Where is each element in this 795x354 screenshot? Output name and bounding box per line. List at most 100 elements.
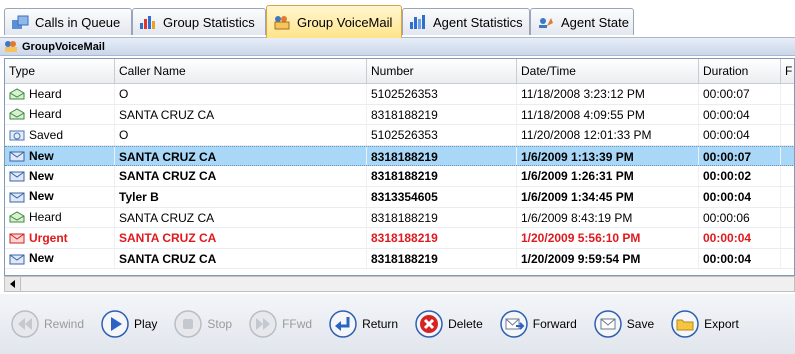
- new-mail-icon: [9, 192, 25, 203]
- type-cell: New: [5, 146, 115, 166]
- table-row[interactable]: New SANTA CRUZ CA 8318188219 1/6/2009 1:13:…: [5, 145, 794, 167]
- duration-cell: 00:00:04: [699, 228, 781, 248]
- new-mail-icon: [9, 254, 25, 265]
- voicemail-grid[interactable]: Type Caller Name Number Date/Time Durati…: [4, 58, 795, 276]
- number-cell: 8318188219: [367, 207, 517, 228]
- datetime-cell: 1/6/2009 8:43:19 PM: [517, 207, 699, 228]
- table-row[interactable]: New Tyler B 8313354605 1/6/2009 1:34:45 PM 0…: [5, 186, 794, 208]
- datetime-cell: 1/20/2009 5:56:10 PM: [517, 228, 699, 248]
- number-cell: 8318188219: [367, 146, 517, 166]
- folder-icon: [671, 310, 699, 338]
- table-row[interactable]: New SANTA CRUZ CA 8318188219 1/6/2009 1:26:…: [5, 166, 794, 187]
- extra-cell: [781, 105, 794, 125]
- duration-cell: 00:00:04: [699, 104, 781, 125]
- grid-rows: Heard O 5102526353 11/18/2008 3:23:12 PM 00:…: [5, 84, 794, 270]
- ffwd-button[interactable]: FFwd: [248, 309, 312, 339]
- extra-cell: [781, 249, 794, 269]
- type-label: Saved: [29, 127, 64, 142]
- column-header-extra[interactable]: F: [781, 59, 794, 84]
- agent-chart-icon: [410, 15, 425, 29]
- column-header-type[interactable]: Type: [5, 59, 115, 84]
- calls-queue-icon: [12, 15, 29, 29]
- horizontal-scrollbar[interactable]: [4, 276, 795, 292]
- type-cell: New: [5, 186, 115, 207]
- column-header-duration[interactable]: Duration: [699, 59, 781, 84]
- datetime-cell: 11/20/2008 12:01:33 PM: [517, 125, 699, 145]
- urgent-mail-icon: [9, 233, 25, 244]
- stop-button[interactable]: Stop: [173, 309, 232, 339]
- playback-toolbar: Rewind Play Stop FFwd Return Delete Forw…: [0, 294, 795, 354]
- number-cell: 8318188219: [367, 166, 517, 186]
- duration-cell: 00:00:02: [699, 166, 781, 186]
- column-header-caller-name[interactable]: Caller Name: [115, 59, 367, 84]
- type-cell: Heard: [5, 207, 115, 228]
- caller-name-cell: SANTA CRUZ CA: [115, 207, 367, 228]
- fast-forward-icon: [249, 310, 277, 338]
- type-label: New: [29, 168, 54, 183]
- duration-cell: 00:00:07: [699, 146, 781, 166]
- datetime-cell: 1/6/2009 1:26:31 PM: [517, 166, 699, 186]
- saved-mail-icon: [9, 130, 25, 141]
- extra-cell: [781, 125, 794, 145]
- tab-calls-in-queue[interactable]: Calls in Queue: [4, 8, 132, 35]
- play-button[interactable]: Play: [100, 309, 157, 339]
- new-mail-icon: [9, 171, 25, 182]
- extra-cell: [781, 208, 794, 228]
- type-label: New: [29, 148, 54, 163]
- group-voicemail-icon: [5, 41, 17, 52]
- datetime-cell: 1/20/2009 9:59:54 PM: [517, 248, 699, 269]
- caller-name-cell: SANTA CRUZ CA: [115, 166, 367, 186]
- agent-state-icon: [539, 18, 553, 28]
- datetime-cell: 1/6/2009 1:34:45 PM: [517, 186, 699, 207]
- forward-mail-icon: [500, 310, 528, 338]
- opened-mail-icon: [9, 88, 25, 100]
- column-header-number[interactable]: Number: [367, 59, 517, 84]
- duration-cell: 00:00:04: [699, 248, 781, 269]
- stop-icon: [174, 310, 203, 338]
- type-label: Heard: [29, 107, 62, 122]
- type-cell: Urgent: [5, 228, 115, 248]
- extra-cell: [781, 187, 794, 207]
- tab-agent-statistics[interactable]: Agent Statistics: [402, 8, 530, 35]
- table-row[interactable]: Heard O 5102526353 11/18/2008 3:23:12 PM 00:…: [5, 84, 794, 105]
- tab-group-voicemail[interactable]: Group VoiceMail: [266, 5, 402, 38]
- table-row[interactable]: Heard SANTA CRUZ CA 8318188219 1/6/2009 8:4…: [5, 207, 794, 229]
- return-button[interactable]: Return: [328, 309, 398, 339]
- table-row[interactable]: Heard SANTA CRUZ CA 8318188219 11/18/2008 4…: [5, 104, 794, 126]
- duration-cell: 00:00:07: [699, 84, 781, 104]
- caller-name-cell: Tyler B: [115, 186, 367, 207]
- caller-name-cell: O: [115, 84, 367, 104]
- rewind-icon: [11, 310, 39, 338]
- delete-button[interactable]: Delete: [414, 309, 483, 339]
- export-button[interactable]: Export: [670, 309, 739, 339]
- save-button[interactable]: Save: [593, 309, 654, 339]
- number-cell: 8313354605: [367, 186, 517, 207]
- duration-cell: 00:00:04: [699, 186, 781, 207]
- scroll-left-arrow[interactable]: [5, 277, 21, 291]
- type-label: Heard: [29, 86, 62, 101]
- number-cell: 5102526353: [367, 84, 517, 104]
- return-icon: [329, 310, 357, 338]
- number-cell: 8318188219: [367, 228, 517, 248]
- delete-icon: [415, 310, 443, 338]
- tab-group-statistics[interactable]: Group Statistics: [132, 8, 266, 35]
- caller-name-cell: SANTA CRUZ CA: [115, 146, 367, 166]
- rewind-button[interactable]: Rewind: [10, 309, 84, 339]
- table-row[interactable]: New SANTA CRUZ CA 8318188219 1/20/2009 9:59…: [5, 248, 794, 270]
- datetime-cell: 11/18/2008 4:09:55 PM: [517, 104, 699, 125]
- panel-header: GroupVoiceMail: [0, 38, 795, 56]
- opened-mail-icon: [9, 211, 25, 223]
- type-label: New: [29, 189, 54, 204]
- table-row[interactable]: Saved O 5102526353 11/20/2008 12:01:33 PM 00…: [5, 125, 794, 146]
- column-header-datetime[interactable]: Date/Time: [517, 59, 699, 84]
- tab-agent-state[interactable]: Agent State: [530, 8, 634, 35]
- datetime-cell: 11/18/2008 3:23:12 PM: [517, 84, 699, 104]
- opened-mail-icon: [9, 108, 25, 120]
- type-label: Urgent: [29, 230, 68, 245]
- panel-title: GroupVoiceMail: [22, 40, 105, 53]
- table-row[interactable]: Urgent SANTA CRUZ CA 8318188219 1/20/2009 5…: [5, 228, 794, 249]
- type-cell: New: [5, 166, 115, 186]
- number-cell: 8318188219: [367, 248, 517, 269]
- type-cell: New: [5, 248, 115, 269]
- forward-button[interactable]: Forward: [499, 309, 577, 339]
